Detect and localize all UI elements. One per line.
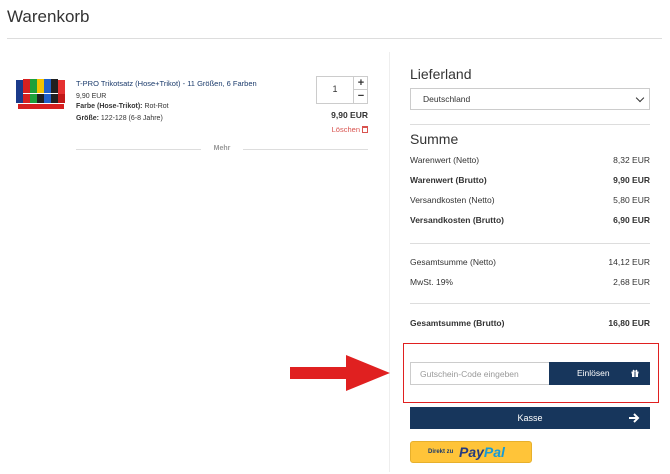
- arrow-right-icon: [629, 413, 640, 423]
- item-total-price: 9,90 EUR: [331, 110, 368, 120]
- summary-row-label: Versandkosten (Brutto): [410, 215, 504, 225]
- color-attribute-label: Farbe (Hose-Trikot):: [76, 103, 143, 110]
- product-unit-price: 9,90 EUR: [76, 93, 107, 100]
- summary-row: Gesamtsumme (Netto) 14,12 EUR: [410, 257, 650, 269]
- country-select-value: Deutschland: [423, 94, 471, 104]
- quantity-plus-button[interactable]: +: [353, 77, 368, 90]
- summary-row: Warenwert (Brutto) 9,90 EUR: [410, 175, 650, 187]
- checkout-label: Kasse: [517, 413, 543, 423]
- size-attribute-label: Größe:: [76, 115, 99, 122]
- summary-row-label: Gesamtsumme (Brutto): [410, 318, 505, 328]
- quantity-stepper[interactable]: 1 + −: [316, 76, 368, 104]
- more-divider-right: [243, 149, 368, 150]
- gift-icon: [631, 369, 639, 377]
- product-name[interactable]: T-PRO Trikotsatz (Hose+Trikot) - 11 Größ…: [76, 79, 257, 88]
- quantity-minus-button[interactable]: −: [353, 90, 368, 103]
- summary-row-label: Gesamtsumme (Netto): [410, 257, 496, 267]
- summary-row-label: Warenwert (Brutto): [410, 175, 487, 185]
- summary-divider: [410, 124, 650, 125]
- summary-row-value: 14,12 EUR: [608, 257, 650, 267]
- product-color-attribute: Farbe (Hose-Trikot): Rot-Rot: [76, 103, 169, 110]
- product-thumbnail[interactable]: [14, 76, 68, 114]
- summary-row-value: 8,32 EUR: [613, 155, 650, 165]
- summary-row-value: 6,90 EUR: [613, 215, 650, 225]
- country-select[interactable]: Deutschland: [410, 88, 650, 110]
- shipping-country-heading: Lieferland: [410, 66, 472, 82]
- annotation-arrow-icon: [290, 355, 390, 391]
- summary-row-value: 9,90 EUR: [613, 175, 650, 185]
- summary-row: MwSt. 19% 2,68 EUR: [410, 277, 650, 289]
- more-link[interactable]: Mehr: [201, 145, 243, 152]
- paypal-logo-pal: Pal: [483, 444, 505, 460]
- summary-row-value: 16,80 EUR: [608, 318, 650, 328]
- delete-label: Löschen: [331, 125, 360, 134]
- checkout-button[interactable]: Kasse: [410, 407, 650, 429]
- size-attribute-value: 122-128 (6-8 Jahre): [100, 115, 163, 122]
- coupon-code-input[interactable]: [410, 362, 550, 385]
- summary-row-value: 2,68 EUR: [613, 277, 650, 287]
- delete-item-link[interactable]: Löschen: [300, 125, 368, 134]
- header-divider: [7, 38, 662, 39]
- summary-divider: [410, 243, 650, 244]
- chevron-down-icon: [635, 93, 645, 103]
- redeem-label: Einlösen: [577, 368, 610, 378]
- page-title: Warenkorb: [7, 7, 90, 26]
- trash-icon: [362, 126, 368, 133]
- summary-row: Warenwert (Netto) 8,32 EUR: [410, 155, 650, 167]
- summary-divider: [410, 303, 650, 304]
- summary-row-label: Warenwert (Netto): [410, 155, 480, 165]
- paypal-logo: PayPal: [459, 444, 505, 460]
- product-size-attribute: Größe: 122-128 (6-8 Jahre): [76, 115, 163, 122]
- paypal-logo-pay: Pay: [459, 444, 484, 460]
- paypal-direct-label: Direkt zu: [428, 449, 454, 455]
- summary-total-row: Gesamtsumme (Brutto) 16,80 EUR: [410, 318, 650, 330]
- redeem-coupon-button[interactable]: Einlösen: [549, 362, 650, 385]
- column-divider: [389, 52, 390, 472]
- summary-row-label: MwSt. 19%: [410, 277, 453, 287]
- summary-row: Versandkosten (Brutto) 6,90 EUR: [410, 215, 650, 227]
- jersey-group: [16, 79, 65, 109]
- quantity-value[interactable]: 1: [317, 84, 353, 94]
- paypal-express-button[interactable]: Direkt zu PayPal: [410, 441, 532, 463]
- summary-row: Versandkosten (Netto) 5,80 EUR: [410, 195, 650, 207]
- summary-row-label: Versandkosten (Netto): [410, 195, 495, 205]
- summary-row-value: 5,80 EUR: [613, 195, 650, 205]
- more-divider-left: [76, 149, 201, 150]
- summary-heading: Summe: [410, 131, 459, 147]
- color-attribute-value: Rot-Rot: [144, 103, 169, 110]
